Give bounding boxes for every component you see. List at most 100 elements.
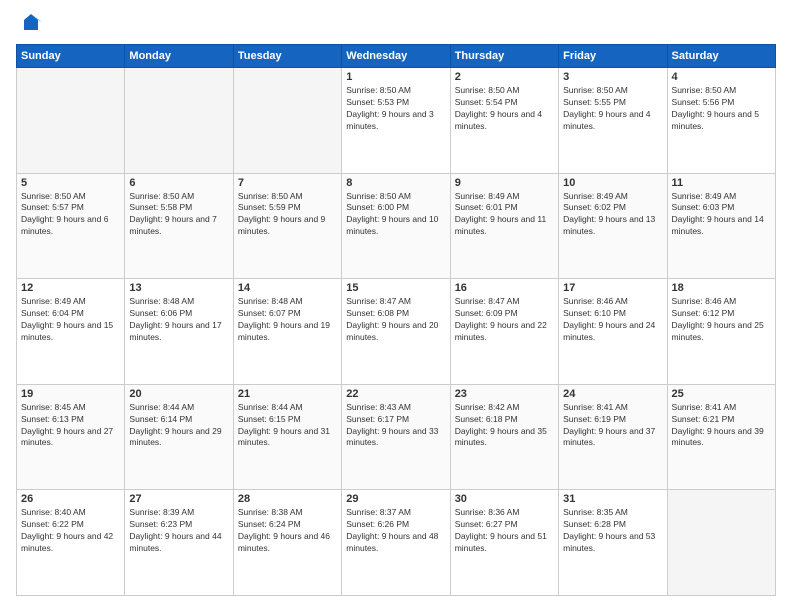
day-number: 2 — [455, 71, 554, 83]
day-info: Sunrise: 8:40 AM Sunset: 6:22 PM Dayligh… — [21, 507, 120, 555]
calendar-cell: 23 Sunrise: 8:42 AM Sunset: 6:18 PM Dayli… — [450, 384, 558, 490]
day-info: Sunrise: 8:37 AM Sunset: 6:26 PM Dayligh… — [346, 507, 445, 555]
day-info: Sunrise: 8:50 AM Sunset: 5:53 PM Dayligh… — [346, 85, 445, 133]
day-number: 29 — [346, 493, 445, 505]
weekday-header: Tuesday — [233, 45, 341, 68]
calendar-cell: 12 Sunrise: 8:49 AM Sunset: 6:04 PM Dayli… — [17, 279, 125, 385]
day-number: 22 — [346, 388, 445, 400]
day-number: 15 — [346, 282, 445, 294]
day-number: 7 — [238, 177, 337, 189]
calendar-cell — [17, 68, 125, 174]
day-number: 5 — [21, 177, 120, 189]
calendar-cell: 5 Sunrise: 8:50 AM Sunset: 5:57 PM Daylig… — [17, 173, 125, 279]
calendar-cell: 11 Sunrise: 8:49 AM Sunset: 6:03 PM Dayli… — [667, 173, 775, 279]
calendar-cell: 10 Sunrise: 8:49 AM Sunset: 6:02 PM Dayli… — [559, 173, 667, 279]
day-info: Sunrise: 8:49 AM Sunset: 6:02 PM Dayligh… — [563, 191, 662, 239]
day-number: 10 — [563, 177, 662, 189]
day-number: 8 — [346, 177, 445, 189]
weekday-header: Wednesday — [342, 45, 450, 68]
day-info: Sunrise: 8:50 AM Sunset: 5:59 PM Dayligh… — [238, 191, 337, 239]
header — [16, 16, 776, 34]
day-number: 20 — [129, 388, 228, 400]
day-info: Sunrise: 8:45 AM Sunset: 6:13 PM Dayligh… — [21, 402, 120, 450]
logo-icon — [20, 12, 42, 34]
day-info: Sunrise: 8:46 AM Sunset: 6:10 PM Dayligh… — [563, 296, 662, 344]
calendar-cell: 7 Sunrise: 8:50 AM Sunset: 5:59 PM Daylig… — [233, 173, 341, 279]
day-number: 16 — [455, 282, 554, 294]
calendar-header-row: SundayMondayTuesdayWednesdayThursdayFrid… — [17, 45, 776, 68]
calendar-cell: 13Sunrise: 8:48 AM Sunset: 6:06 PM Dayli… — [125, 279, 233, 385]
calendar-cell: 19 Sunrise: 8:45 AM Sunset: 6:13 PM Dayli… — [17, 384, 125, 490]
day-number: 17 — [563, 282, 662, 294]
day-number: 26 — [21, 493, 120, 505]
day-info: Sunrise: 8:41 AM Sunset: 6:19 PM Dayligh… — [563, 402, 662, 450]
day-number: 31 — [563, 493, 662, 505]
day-info: Sunrise: 8:49 AM Sunset: 6:04 PM Dayligh… — [21, 296, 120, 344]
calendar-week-row: 5 Sunrise: 8:50 AM Sunset: 5:57 PM Daylig… — [17, 173, 776, 279]
day-info: Sunrise: 8:47 AM Sunset: 6:09 PM Dayligh… — [455, 296, 554, 344]
day-number: 9 — [455, 177, 554, 189]
calendar-cell — [667, 490, 775, 596]
calendar-cell: 30Sunrise: 8:36 AM Sunset: 6:27 PM Dayli… — [450, 490, 558, 596]
logo — [16, 16, 42, 34]
day-number: 25 — [672, 388, 771, 400]
day-number: 21 — [238, 388, 337, 400]
day-number: 14 — [238, 282, 337, 294]
day-number: 11 — [672, 177, 771, 189]
day-info: Sunrise: 8:50 AM Sunset: 5:56 PM Dayligh… — [672, 85, 771, 133]
weekday-header: Thursday — [450, 45, 558, 68]
day-info: Sunrise: 8:38 AM Sunset: 6:24 PM Dayligh… — [238, 507, 337, 555]
day-info: Sunrise: 8:49 AM Sunset: 6:01 PM Dayligh… — [455, 191, 554, 239]
day-info: Sunrise: 8:41 AM Sunset: 6:21 PM Dayligh… — [672, 402, 771, 450]
calendar-week-row: 26 Sunrise: 8:40 AM Sunset: 6:22 PM Dayli… — [17, 490, 776, 596]
calendar-cell: 28 Sunrise: 8:38 AM Sunset: 6:24 PM Dayli… — [233, 490, 341, 596]
day-info: Sunrise: 8:39 AM Sunset: 6:23 PM Dayligh… — [129, 507, 228, 555]
day-number: 1 — [346, 71, 445, 83]
calendar-cell: 20 Sunrise: 8:44 AM Sunset: 6:14 PM Dayli… — [125, 384, 233, 490]
calendar-cell: 15 Sunrise: 8:47 AM Sunset: 6:08 PM Dayli… — [342, 279, 450, 385]
weekday-header: Friday — [559, 45, 667, 68]
day-info: Sunrise: 8:49 AM Sunset: 6:03 PM Dayligh… — [672, 191, 771, 239]
day-info: Sunrise: 8:44 AM Sunset: 6:15 PM Dayligh… — [238, 402, 337, 450]
day-number: 19 — [21, 388, 120, 400]
calendar-cell: 2 Sunrise: 8:50 AM Sunset: 5:54 PM Daylig… — [450, 68, 558, 174]
day-info: Sunrise: 8:50 AM Sunset: 5:54 PM Dayligh… — [455, 85, 554, 133]
day-info: Sunrise: 8:48 AM Sunset: 6:07 PM Dayligh… — [238, 296, 337, 344]
calendar-cell: 1 Sunrise: 8:50 AM Sunset: 5:53 PM Daylig… — [342, 68, 450, 174]
calendar-cell: 29 Sunrise: 8:37 AM Sunset: 6:26 PM Dayli… — [342, 490, 450, 596]
day-info: Sunrise: 8:50 AM Sunset: 6:00 PM Dayligh… — [346, 191, 445, 239]
calendar-week-row: 19 Sunrise: 8:45 AM Sunset: 6:13 PM Dayli… — [17, 384, 776, 490]
calendar-cell: 26 Sunrise: 8:40 AM Sunset: 6:22 PM Dayli… — [17, 490, 125, 596]
day-info: Sunrise: 8:47 AM Sunset: 6:08 PM Dayligh… — [346, 296, 445, 344]
calendar-table: SundayMondayTuesdayWednesdayThursdayFrid… — [16, 44, 776, 596]
day-info: Sunrise: 8:43 AM Sunset: 6:17 PM Dayligh… — [346, 402, 445, 450]
page: SundayMondayTuesdayWednesdayThursdayFrid… — [0, 0, 792, 612]
day-info: Sunrise: 8:50 AM Sunset: 5:58 PM Dayligh… — [129, 191, 228, 239]
calendar-cell: 17 Sunrise: 8:46 AM Sunset: 6:10 PM Dayli… — [559, 279, 667, 385]
day-number: 27 — [129, 493, 228, 505]
calendar-cell: 25 Sunrise: 8:41 AM Sunset: 6:21 PM Dayli… — [667, 384, 775, 490]
calendar-cell: 6 Sunrise: 8:50 AM Sunset: 5:58 PM Daylig… — [125, 173, 233, 279]
day-number: 12 — [21, 282, 120, 294]
calendar-cell — [233, 68, 341, 174]
calendar-cell: 24 Sunrise: 8:41 AM Sunset: 6:19 PM Dayli… — [559, 384, 667, 490]
calendar-cell: 21 Sunrise: 8:44 AM Sunset: 6:15 PM Dayli… — [233, 384, 341, 490]
day-number: 23 — [455, 388, 554, 400]
day-number: 4 — [672, 71, 771, 83]
calendar-week-row: 12 Sunrise: 8:49 AM Sunset: 6:04 PM Dayli… — [17, 279, 776, 385]
weekday-header: Saturday — [667, 45, 775, 68]
day-number: 3 — [563, 71, 662, 83]
day-info: Sunrise: 8:50 AM Sunset: 5:57 PM Dayligh… — [21, 191, 120, 239]
day-info: Sunrise: 8:42 AM Sunset: 6:18 PM Dayligh… — [455, 402, 554, 450]
day-info: Sunrise: 8:44 AM Sunset: 6:14 PM Dayligh… — [129, 402, 228, 450]
day-number: 28 — [238, 493, 337, 505]
calendar-cell: 22 Sunrise: 8:43 AM Sunset: 6:17 PM Dayli… — [342, 384, 450, 490]
calendar-cell: 9 Sunrise: 8:49 AM Sunset: 6:01 PM Daylig… — [450, 173, 558, 279]
day-number: 24 — [563, 388, 662, 400]
weekday-header: Sunday — [17, 45, 125, 68]
calendar-cell: 18Sunrise: 8:46 AM Sunset: 6:12 PM Dayli… — [667, 279, 775, 385]
calendar-cell: 4 Sunrise: 8:50 AM Sunset: 5:56 PM Daylig… — [667, 68, 775, 174]
day-info: Sunrise: 8:46 AM Sunset: 6:12 PM Dayligh… — [672, 296, 771, 344]
day-info: Sunrise: 8:48 AM Sunset: 6:06 PM Dayligh… — [129, 296, 228, 344]
day-number: 6 — [129, 177, 228, 189]
